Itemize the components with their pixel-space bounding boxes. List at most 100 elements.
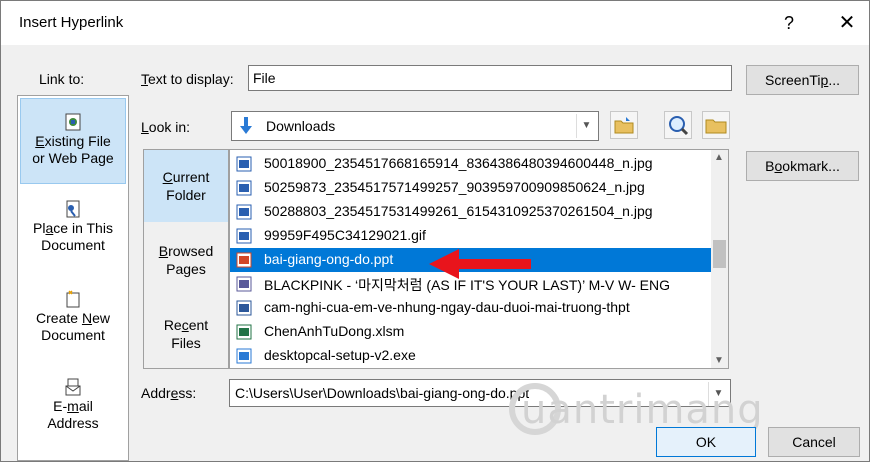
tab-text-line2: Pages [166,261,206,277]
link-label-pre: Create [36,310,82,326]
label-pre: Addr [141,385,171,401]
doc-file-icon [236,300,252,316]
look-in-dropdown[interactable]: Downloads ▼ [231,111,599,141]
scroll-down-icon[interactable]: ▼ [714,355,724,366]
link-label-line2: Address [47,415,99,431]
tab-text-pre: Re [163,317,182,333]
exe-file-icon [236,348,252,364]
browse-web-button[interactable] [664,111,692,139]
vertical-scrollbar[interactable]: ▲ ▼ [711,150,728,368]
help-button[interactable]: ? [769,7,809,39]
btn-text-pre: ScreenTi [765,72,821,88]
tab-browsed-pages[interactable]: Browsed Pages [144,242,228,278]
cancel-button[interactable]: Cancel [768,427,860,457]
address-label: Address: [141,385,196,401]
file-name: 99959F495C34129021.gif [264,227,426,243]
browse-web-icon [669,116,689,136]
browse-scope-tabs: Current Folder Browsed Pages Recent File… [143,149,229,369]
file-row[interactable]: 50259873_2354517571499257_90395970090985… [230,176,711,200]
link-to-label: Link to: [39,71,85,87]
link-label-pre: Pl [33,220,46,236]
link-label-hotkey: E [35,133,45,149]
file-name: 50288803_2354517531499261_61543109253702… [264,203,653,219]
download-arrow-icon [240,117,252,134]
address-value: C:\Users\User\Downloads\bai-giang-ong-do… [235,385,530,401]
tab-text-hotkey: c [181,317,189,333]
file-name: 50259873_2354517571499257_90395970090985… [264,179,645,195]
tab-text-hotkey: C [162,169,173,185]
tab-text-post: ent [188,317,209,333]
scroll-thumb[interactable] [713,240,726,268]
tab-text-hotkey: B [158,243,169,259]
file-name: cam-nghi-cua-em-ve-nhung-ngay-dau-duoi-m… [264,299,630,315]
place-in-document-icon [66,200,80,218]
image-file-icon [236,180,252,196]
tab-text-line2: Folder [166,187,206,203]
btn-text-post: ... [828,72,840,88]
link-label-line2: Document [41,237,105,253]
file-name: desktopcal-setup-v2.exe [264,347,416,363]
image-file-icon [236,228,252,244]
label-hotkey: L [141,119,149,135]
link-label-hotkey: m [67,398,79,414]
xls-file-icon [236,324,252,340]
text-to-display-value: File [253,70,276,86]
file-row[interactable]: 50018900_2354517668165914_83643864803946… [230,152,711,176]
dialog-title: Insert Hyperlink [19,14,124,31]
new-document-icon [66,290,80,308]
label-hotkey: T [141,71,148,87]
file-row[interactable]: ChenAnhTuDong.xlsm [230,320,711,344]
file-name: ChenAnhTuDong.xlsm [264,323,405,339]
link-label-post: ail [78,398,93,414]
file-name: 50018900_2354517668165914_83643864803946… [264,155,653,171]
file-name: bai-giang-ong-do.ppt [264,251,394,267]
text-to-display-label: Text to display: [141,71,234,87]
up-folder-icon [614,117,634,134]
image-file-icon [236,156,252,172]
up-folder-button[interactable] [610,111,638,139]
look-in-value: Downloads [266,118,336,134]
tab-recent-files[interactable]: Recent Files [144,316,228,352]
existing-file-icon [65,113,81,131]
label-rest: ook in: [148,119,191,135]
text-to-display-input[interactable]: File [248,65,732,91]
link-place-in-document[interactable]: Place in This Document [20,200,126,254]
chevron-down-icon[interactable]: ▼ [576,114,596,138]
close-button[interactable]: ✕ [827,7,867,39]
bookmark-button[interactable]: Bookmark... [746,151,859,181]
insert-hyperlink-dialog: Insert Hyperlink ? ✕ Link to: Existing F… [0,0,870,462]
link-label-hotkey: N [81,310,93,326]
image-file-icon [236,204,252,220]
link-label-post: ew [92,310,110,326]
file-row[interactable]: 99959F495C34129021.gif [230,224,711,248]
link-email-address[interactable]: E-mail Address [20,378,126,432]
link-label-line2: or Web Page [32,150,114,166]
look-in-label: Look in: [141,119,190,135]
link-create-new-document[interactable]: Create New Document [20,290,126,344]
link-label-line2: Document [41,327,105,343]
tab-current-folder[interactable]: Current Folder [144,150,228,222]
link-label-post: xisting File [44,133,111,149]
label-rest: ext to display: [148,71,234,87]
video-file-icon [236,276,252,292]
link-label-pre: E- [53,398,68,414]
email-icon [65,378,81,396]
link-to-pane: Existing File or Web Page Place in This … [17,95,129,461]
tab-text-post: rowsed [168,243,214,259]
browse-file-button[interactable] [702,111,730,139]
file-row[interactable]: 50288803_2354517531499261_61543109253702… [230,200,711,224]
label-post: ss: [178,385,197,401]
ok-button[interactable]: OK [656,427,756,457]
link-existing-file[interactable]: Existing File or Web Page [20,98,126,184]
file-row[interactable]: cam-nghi-cua-em-ve-nhung-ngay-dau-duoi-m… [230,296,711,320]
btn-text-post: okmark... [782,158,840,174]
title-bar: Insert Hyperlink ? ✕ [1,1,869,45]
tab-text-line2: Files [171,335,201,351]
file-row[interactable]: desktopcal-setup-v2.exe [230,344,711,368]
folder-icon [705,119,727,134]
link-label-post: ce in This [53,220,113,236]
screentip-button[interactable]: ScreenTip... [746,65,859,95]
scroll-up-icon[interactable]: ▲ [714,152,724,163]
tab-text-post: urrent [172,169,210,185]
red-arrow-annotation [429,249,531,279]
